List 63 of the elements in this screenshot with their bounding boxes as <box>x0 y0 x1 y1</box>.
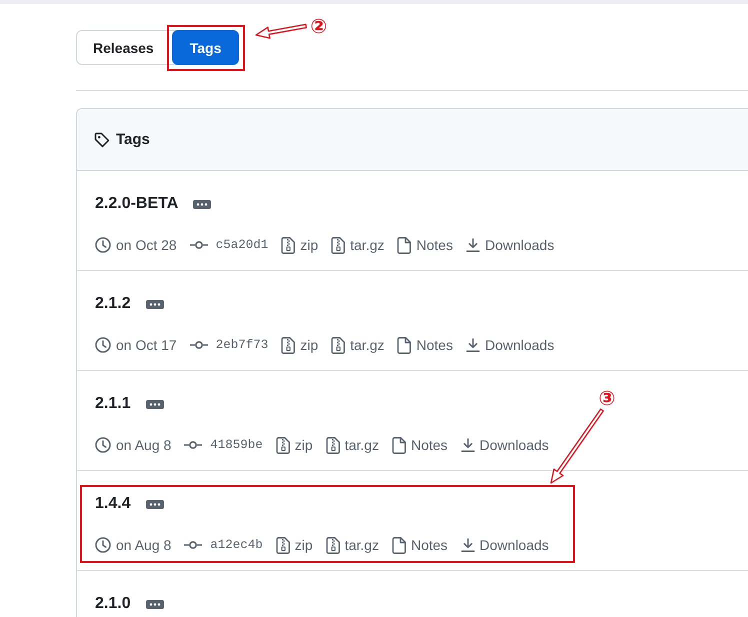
zip-file-icon <box>281 336 296 354</box>
tag-date: on Oct 17 <box>116 337 177 353</box>
commit-icon <box>184 440 202 450</box>
zip-file-icon <box>331 236 346 254</box>
commit-link[interactable]: 41859be <box>210 438 263 452</box>
tab[interactable]: Tags <box>172 30 240 65</box>
commit-link[interactable]: c5a20d1 <box>216 238 268 252</box>
file-icon <box>392 436 406 454</box>
tag-date: on Oct 28 <box>116 237 177 253</box>
download-icon <box>460 438 475 452</box>
source-archive-link[interactable]: tar.gz <box>326 536 379 554</box>
clock-icon <box>95 537 111 553</box>
downloads-link[interactable]: Downloads <box>460 437 549 453</box>
commit-link[interactable]: a12ec4b <box>210 538 263 552</box>
tab[interactable]: Releases <box>77 31 170 64</box>
tag-name-link[interactable]: 2.1.1 <box>95 395 131 413</box>
tag-name-link[interactable]: 2.1.0 <box>95 595 131 613</box>
zip-file-icon <box>276 436 290 454</box>
tag-name-link[interactable]: 2.1.2 <box>95 295 131 313</box>
file-icon <box>397 236 412 254</box>
clock-icon <box>95 337 111 353</box>
commit-link[interactable]: 2eb7f73 <box>216 338 268 352</box>
ellipsis-icon[interactable] <box>146 300 164 308</box>
downloads-link[interactable]: Downloads <box>466 337 554 353</box>
commit-icon <box>184 540 202 550</box>
source-archive-link[interactable]: tar.gz <box>326 436 379 454</box>
clock-icon <box>95 237 111 253</box>
zip-file-icon <box>331 336 346 354</box>
tag-icon <box>94 132 110 148</box>
panel-title: Tags <box>116 131 150 148</box>
source-archive-link[interactable]: tar.gz <box>331 336 384 354</box>
release-notes-link[interactable]: Notes <box>397 236 453 254</box>
file-icon <box>397 336 412 354</box>
source-archive-link[interactable]: zip <box>276 536 313 554</box>
release-notes-link[interactable]: Notes <box>397 336 453 354</box>
download-icon <box>466 338 480 352</box>
downloads-link[interactable]: Downloads <box>466 237 554 253</box>
release-notes-link[interactable]: Notes <box>392 436 448 454</box>
zip-file-icon <box>326 436 340 454</box>
tag-date: on Aug 8 <box>116 537 172 553</box>
source-archive-link[interactable]: zip <box>276 436 313 454</box>
clock-icon <box>95 437 111 453</box>
source-archive-link[interactable]: tar.gz <box>331 236 384 254</box>
file-icon <box>392 536 406 554</box>
source-archive-link[interactable]: zip <box>281 336 318 354</box>
zip-file-icon <box>326 536 340 554</box>
release-notes-link[interactable]: Notes <box>392 536 448 554</box>
ellipsis-icon[interactable] <box>146 600 164 608</box>
zip-file-icon <box>276 536 290 554</box>
downloads-link[interactable]: Downloads <box>460 537 549 553</box>
download-icon <box>466 238 480 252</box>
tag-name-link[interactable]: 1.4.4 <box>95 495 131 513</box>
ellipsis-icon[interactable] <box>146 400 164 408</box>
commit-icon <box>190 240 208 250</box>
tag-date: on Aug 8 <box>116 437 172 453</box>
ellipsis-icon[interactable] <box>193 200 212 208</box>
commit-icon <box>190 340 208 350</box>
zip-file-icon <box>281 236 296 254</box>
ellipsis-icon[interactable] <box>146 500 164 508</box>
download-icon <box>460 538 475 552</box>
callout-arrow <box>255 24 307 39</box>
source-archive-link[interactable]: zip <box>281 236 318 254</box>
tag-name-link[interactable]: 2.2.0-BETA <box>95 195 178 213</box>
